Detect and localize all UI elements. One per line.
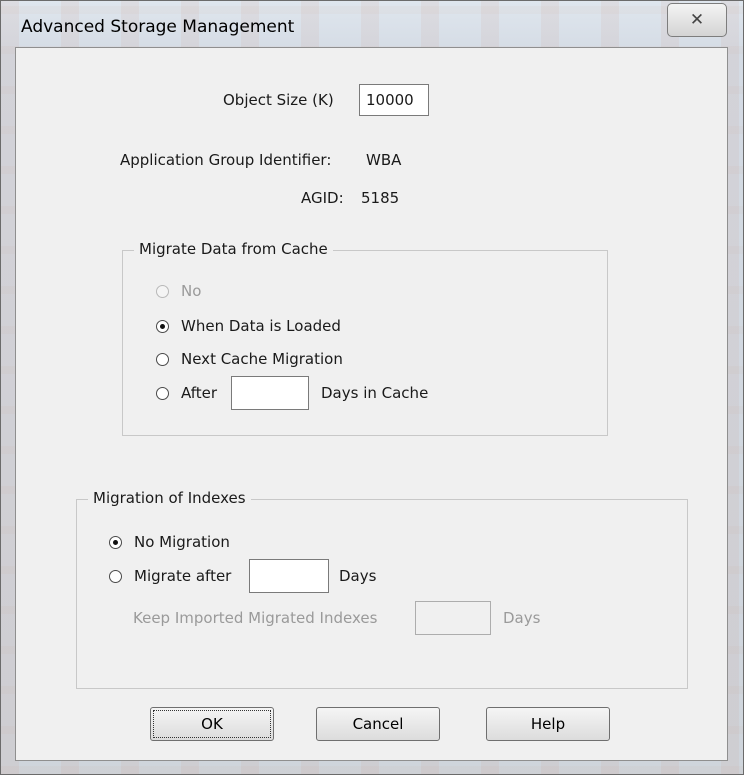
migration-indexes-group-title: Migration of Indexes	[88, 489, 251, 507]
migrate-after-days-input[interactable]	[249, 559, 329, 593]
radio-when-data-loaded-label: When Data is Loaded	[181, 317, 341, 335]
help-button[interactable]: Help	[486, 707, 610, 741]
radio-next-cache-migration-label: Next Cache Migration	[181, 350, 343, 368]
radio-no-migration-label: No Migration	[134, 533, 230, 551]
agid-value: 5185	[361, 189, 400, 207]
radio-after-days-label: After	[181, 384, 218, 402]
agid-label: AGID:	[301, 189, 344, 207]
keep-imported-days-input[interactable]	[415, 601, 491, 635]
keep-imported-label: Keep Imported Migrated Indexes	[133, 609, 378, 627]
object-size-input[interactable]: 10000	[359, 84, 429, 116]
dialog-client-area: Object Size (K) 10000 Application Group …	[15, 47, 728, 761]
radio-no-migration[interactable]	[109, 536, 122, 549]
radio-next-cache-migration[interactable]	[156, 353, 169, 366]
close-icon: ✕	[689, 10, 705, 30]
app-group-value: WBA	[366, 151, 402, 169]
dialog-window: Advanced Storage Management ✕ Object Siz…	[0, 0, 744, 775]
radio-after-days[interactable]	[156, 387, 169, 400]
close-button[interactable]: ✕	[667, 3, 727, 37]
ok-button[interactable]: OK	[150, 707, 274, 741]
app-group-label: Application Group Identifier:	[120, 151, 332, 169]
migrate-data-group: Migrate Data from Cache No When Data is …	[122, 240, 608, 436]
migration-indexes-group: Migration of Indexes No Migration Migrat…	[76, 489, 688, 689]
cancel-button[interactable]: Cancel	[316, 707, 440, 741]
radio-when-data-loaded[interactable]	[156, 320, 169, 333]
radio-migrate-no-label: No	[181, 282, 202, 300]
radio-migrate-after-label: Migrate after	[134, 567, 232, 585]
radio-migrate-after[interactable]	[109, 570, 122, 583]
radio-migrate-no[interactable]	[156, 285, 169, 298]
after-days-input[interactable]	[231, 376, 309, 410]
object-size-label: Object Size (K)	[223, 91, 334, 109]
migrate-data-group-title: Migrate Data from Cache	[134, 240, 333, 258]
window-title: Advanced Storage Management	[21, 17, 295, 37]
after-days-suffix: Days in Cache	[321, 384, 429, 402]
migrate-after-days-suffix: Days	[339, 567, 377, 585]
keep-imported-days-suffix: Days	[503, 609, 541, 627]
